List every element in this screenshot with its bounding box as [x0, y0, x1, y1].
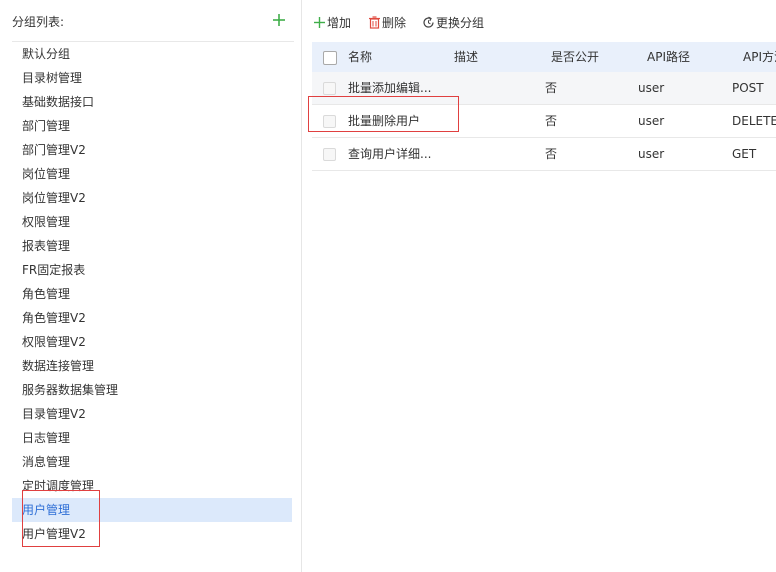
group-item[interactable]: 默认分组: [12, 42, 292, 66]
delete-api-button[interactable]: 删除: [368, 13, 406, 31]
column-header-name: 名称: [348, 50, 373, 64]
delete-api-label: 删除: [382, 15, 407, 30]
group-list-title: 分组列表:: [12, 15, 65, 29]
cell-path: user: [638, 81, 665, 95]
table-header: 名称 描述 是否公开 API路径 API方法: [312, 42, 776, 72]
group-item[interactable]: 定时调度管理: [12, 474, 292, 498]
cell-name: 查询用户详细...: [348, 147, 432, 161]
group-item[interactable]: 服务器数据集管理: [12, 378, 292, 402]
group-item[interactable]: 用户管理V2: [12, 522, 292, 546]
group-item[interactable]: 角色管理: [12, 282, 292, 306]
column-header-path: API路径: [647, 50, 690, 64]
cell-path: user: [638, 147, 665, 161]
table-row[interactable]: 查询用户详细... 否 user GET: [312, 138, 776, 171]
cell-public: 否: [545, 147, 558, 161]
add-api-button[interactable]: 增加: [313, 13, 351, 31]
cell-public: 否: [545, 81, 558, 95]
trash-icon: [369, 15, 380, 29]
group-item[interactable]: 岗位管理V2: [12, 186, 292, 210]
group-item[interactable]: 报表管理: [12, 234, 292, 258]
table-row[interactable]: 批量添加编辑... 否 user POST: [312, 72, 776, 105]
refresh-icon: [423, 16, 434, 28]
row-checkbox[interactable]: [323, 82, 336, 95]
cell-name: 批量添加编辑...: [348, 81, 432, 95]
add-group-plus-icon[interactable]: [272, 12, 286, 26]
group-item[interactable]: 角色管理V2: [12, 306, 292, 330]
group-list: 默认分组 目录树管理 基础数据接口 部门管理 部门管理V2 岗位管理 岗位管理V…: [12, 42, 292, 546]
group-item[interactable]: 数据连接管理: [12, 354, 292, 378]
group-item[interactable]: 目录树管理: [12, 66, 292, 90]
group-item[interactable]: 权限管理V2: [12, 330, 292, 354]
group-item[interactable]: FR固定报表: [12, 258, 292, 282]
select-all-checkbox[interactable]: [323, 51, 337, 65]
api-table: 名称 描述 是否公开 API路径 API方法 批量添加编辑... 否 user …: [312, 42, 776, 171]
cell-method: DELETE: [732, 114, 776, 128]
plus-icon: [314, 16, 325, 28]
group-item[interactable]: 权限管理: [12, 210, 292, 234]
group-item[interactable]: 消息管理: [12, 450, 292, 474]
table-row[interactable]: 批量删除用户 否 user DELETE: [312, 105, 776, 138]
api-toolbar: 增加 删除 更换分组: [312, 0, 776, 42]
row-checkbox[interactable]: [323, 148, 336, 161]
group-item-selected[interactable]: 用户管理: [12, 498, 292, 522]
api-manager-screen: 分组列表: 默认分组 目录树管理 基础数据接口 部门管理 部门管理V2 岗位管理…: [0, 0, 776, 572]
group-item[interactable]: 日志管理: [12, 426, 292, 450]
cell-path: user: [638, 114, 665, 128]
group-item[interactable]: 岗位管理: [12, 162, 292, 186]
group-list-header: 分组列表:: [12, 0, 294, 42]
group-item[interactable]: 部门管理: [12, 114, 292, 138]
group-item[interactable]: 目录管理V2: [12, 402, 292, 426]
change-group-button[interactable]: 更换分组: [422, 13, 484, 31]
cell-method: GET: [732, 147, 757, 161]
group-list-panel: 分组列表: 默认分组 目录树管理 基础数据接口 部门管理 部门管理V2 岗位管理…: [0, 0, 302, 572]
column-header-desc: 描述: [454, 50, 479, 64]
row-checkbox[interactable]: [323, 115, 336, 128]
column-header-method: API方法: [743, 50, 776, 64]
column-header-public: 是否公开: [551, 50, 600, 64]
group-item[interactable]: 基础数据接口: [12, 90, 292, 114]
group-item[interactable]: 部门管理V2: [12, 138, 292, 162]
cell-public: 否: [545, 114, 558, 128]
add-api-label: 增加: [327, 15, 352, 30]
cell-method: POST: [732, 81, 764, 95]
cell-name: 批量删除用户: [348, 114, 421, 128]
change-group-label: 更换分组: [436, 15, 485, 30]
